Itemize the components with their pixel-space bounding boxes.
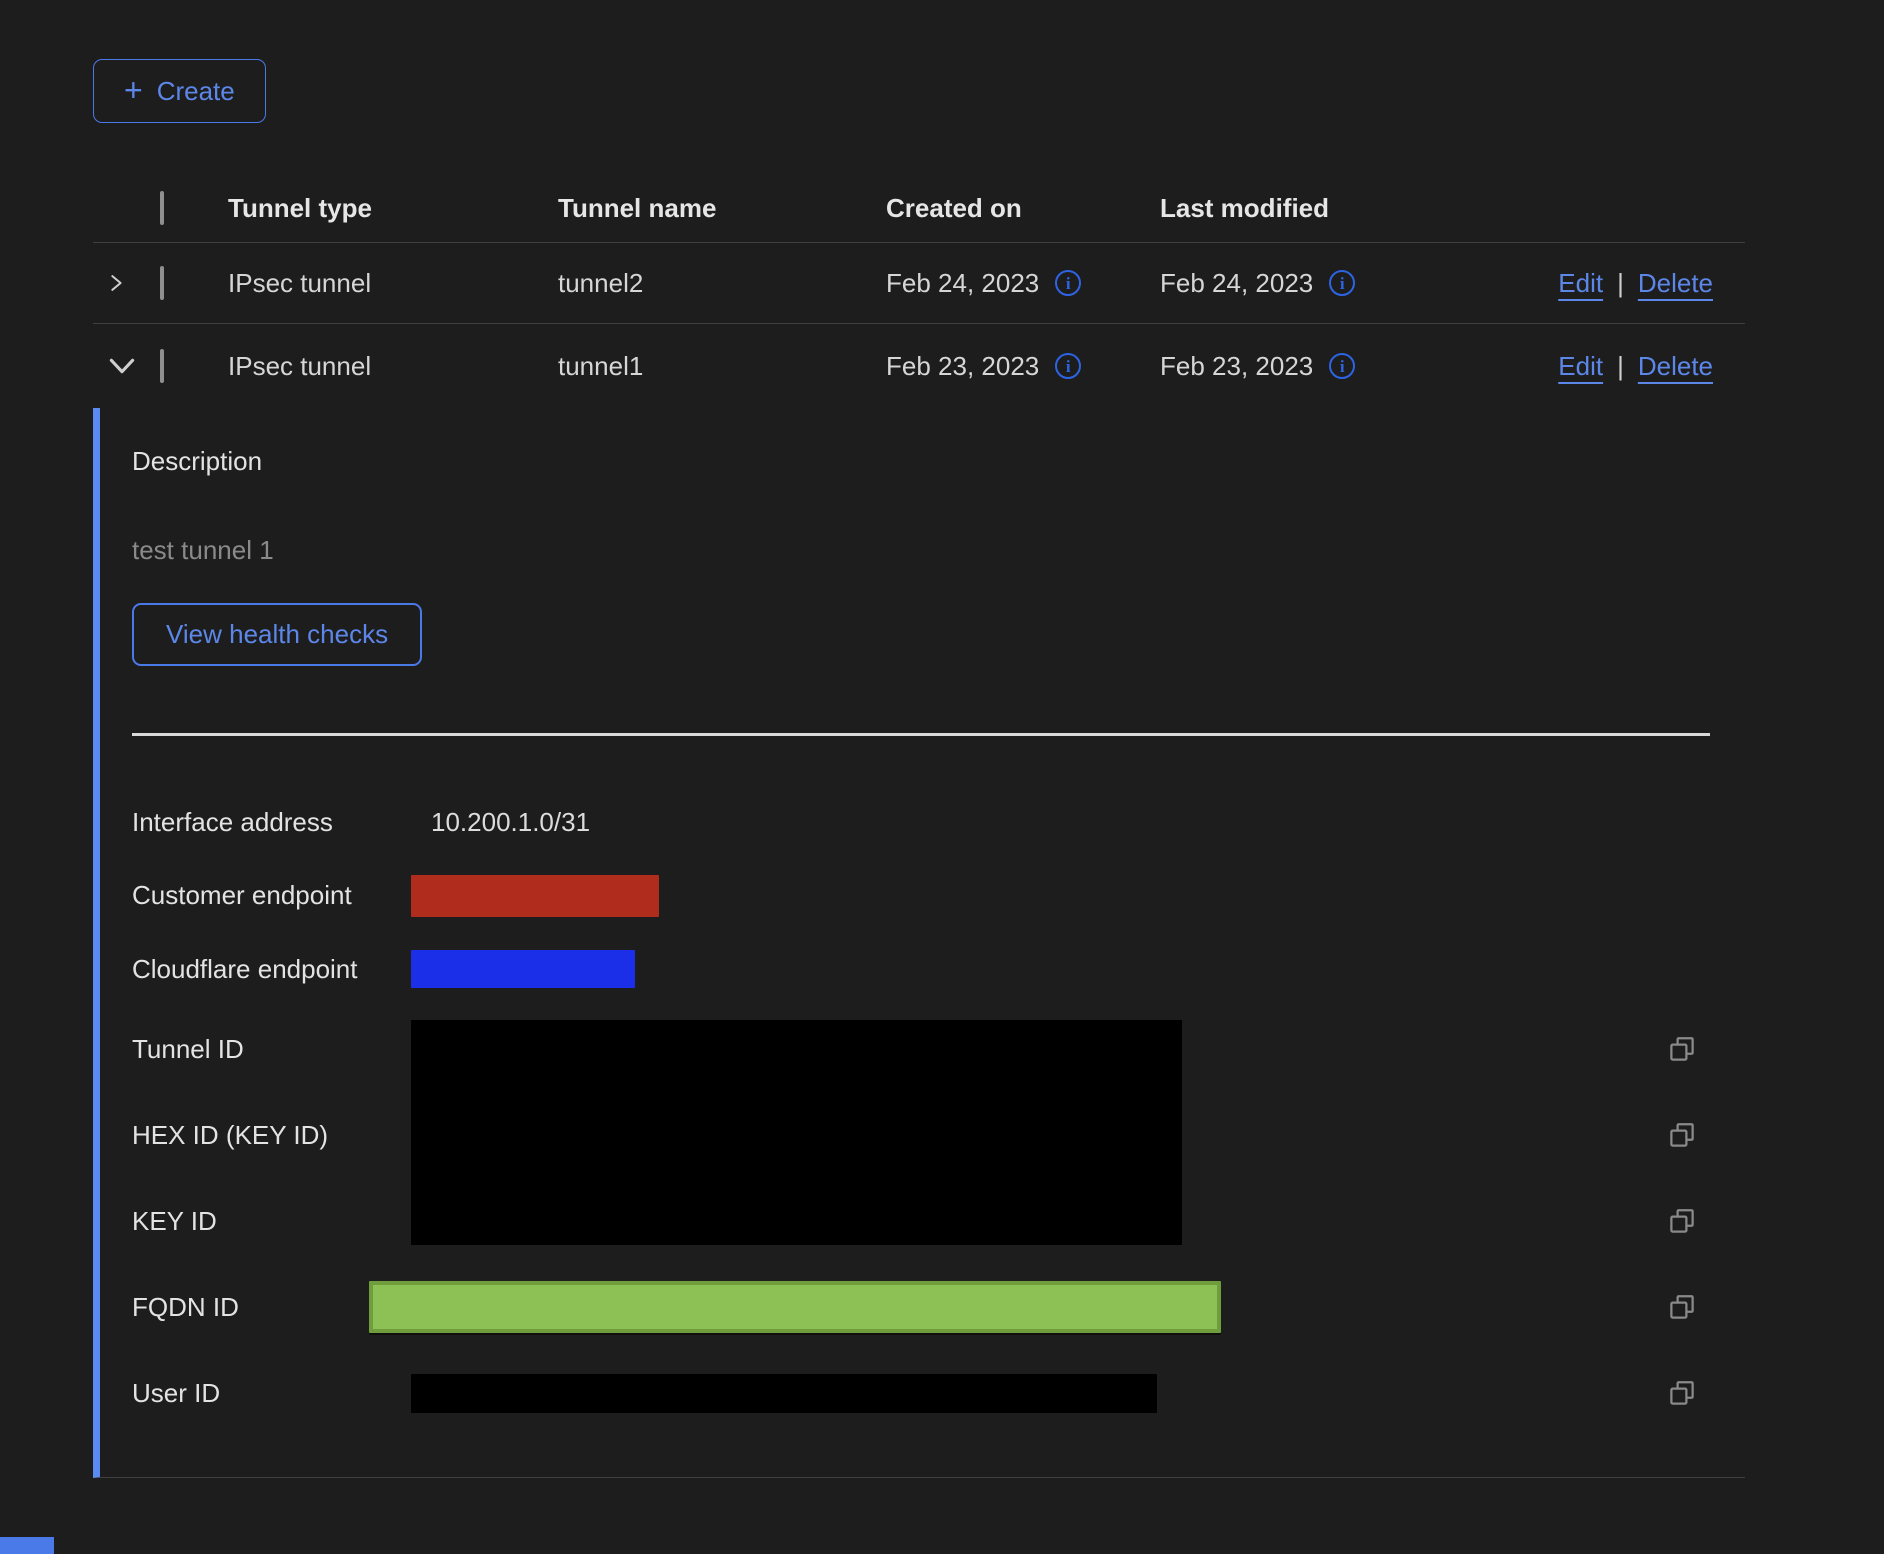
- row-checkbox[interactable]: [160, 349, 164, 383]
- copy-hex-id-button[interactable]: [1665, 1120, 1745, 1150]
- cloudflare-endpoint-label: Cloudflare endpoint: [132, 954, 411, 985]
- fqdn-id-redacted-value: [369, 1281, 1221, 1333]
- view-health-checks-button[interactable]: View health checks: [132, 603, 422, 666]
- user-id-redacted-value: [411, 1374, 1157, 1413]
- edit-link[interactable]: Edit: [1558, 268, 1603, 299]
- copy-icon: [1667, 1292, 1697, 1322]
- hex-id-label: HEX ID (KEY ID): [132, 1120, 411, 1151]
- description-label: Description: [132, 446, 1745, 477]
- partial-element-bottom-left: [0, 1537, 54, 1554]
- plus-icon: +: [124, 74, 143, 106]
- user-id-label: User ID: [132, 1378, 411, 1409]
- action-separator: |: [1617, 351, 1624, 382]
- action-separator: |: [1617, 268, 1624, 299]
- tunnel-name-cell: tunnel1: [558, 351, 886, 382]
- copy-icon: [1667, 1378, 1697, 1408]
- tunnel-name-cell: tunnel2: [558, 268, 886, 299]
- copy-tunnel-id-button[interactable]: [1665, 1034, 1745, 1064]
- info-icon[interactable]: i: [1329, 270, 1355, 296]
- copy-icon: [1667, 1206, 1697, 1236]
- created-on-cell: Feb 23, 2023: [886, 351, 1039, 382]
- section-divider: [132, 733, 1710, 736]
- interface-address-label: Interface address: [132, 807, 411, 838]
- interface-address-value: 10.200.1.0/31: [411, 807, 1665, 838]
- tunnel-fields: Interface address 10.200.1.0/31 Customer…: [132, 786, 1745, 1436]
- customer-endpoint-label: Customer endpoint: [132, 880, 411, 911]
- info-icon[interactable]: i: [1055, 270, 1081, 296]
- create-button[interactable]: + Create: [93, 59, 266, 123]
- created-on-cell: Feb 24, 2023: [886, 268, 1039, 299]
- tunnels-table: Tunnel type Tunnel name Created on Last …: [93, 175, 1745, 408]
- last-modified-cell: Feb 24, 2023: [1160, 268, 1313, 299]
- tunnel-id-label: Tunnel ID: [132, 1034, 411, 1065]
- customer-endpoint-redacted-value: [411, 875, 659, 917]
- collapse-row-button[interactable]: [93, 349, 160, 383]
- cloudflare-endpoint-redacted-value: [411, 950, 635, 988]
- tunnel-type-cell: IPsec tunnel: [228, 351, 558, 382]
- description-value: test tunnel 1: [132, 535, 1745, 566]
- info-icon[interactable]: i: [1055, 353, 1081, 379]
- select-all-checkbox[interactable]: [160, 191, 164, 225]
- table-row: IPsec tunnel tunnel1 Feb 23, 2023 i Feb …: [93, 324, 1745, 408]
- key-id-label: KEY ID: [132, 1206, 411, 1237]
- table-row: IPsec tunnel tunnel2 Feb 24, 2023 i Feb …: [93, 243, 1745, 324]
- info-icon[interactable]: i: [1329, 353, 1355, 379]
- edit-link[interactable]: Edit: [1558, 351, 1603, 382]
- tunnel-details-panel: Description test tunnel 1 View health ch…: [93, 408, 1745, 1478]
- tunnel-type-cell: IPsec tunnel: [228, 268, 558, 299]
- last-modified-cell: Feb 23, 2023: [1160, 351, 1313, 382]
- create-button-label: Create: [157, 76, 235, 107]
- row-checkbox[interactable]: [160, 266, 164, 300]
- expand-row-button[interactable]: [93, 265, 160, 301]
- header-last-modified: Last modified: [1160, 193, 1541, 224]
- copy-fqdn-id-button[interactable]: [1665, 1292, 1745, 1322]
- copy-user-id-button[interactable]: [1665, 1378, 1745, 1408]
- copy-icon: [1667, 1034, 1697, 1064]
- delete-link[interactable]: Delete: [1638, 351, 1713, 382]
- chevron-down-icon: [105, 349, 139, 383]
- header-tunnel-name: Tunnel name: [558, 193, 886, 224]
- tunnels-page: + Create Tunnel type Tunnel name Created…: [0, 0, 1884, 1554]
- chevron-right-icon: [105, 265, 127, 301]
- copy-key-id-button[interactable]: [1665, 1206, 1745, 1236]
- ids-redacted-value: [411, 1020, 1182, 1245]
- header-tunnel-type: Tunnel type: [228, 193, 558, 224]
- header-created-on: Created on: [886, 193, 1160, 224]
- table-header-row: Tunnel type Tunnel name Created on Last …: [93, 175, 1745, 243]
- delete-link[interactable]: Delete: [1638, 268, 1713, 299]
- copy-icon: [1667, 1120, 1697, 1150]
